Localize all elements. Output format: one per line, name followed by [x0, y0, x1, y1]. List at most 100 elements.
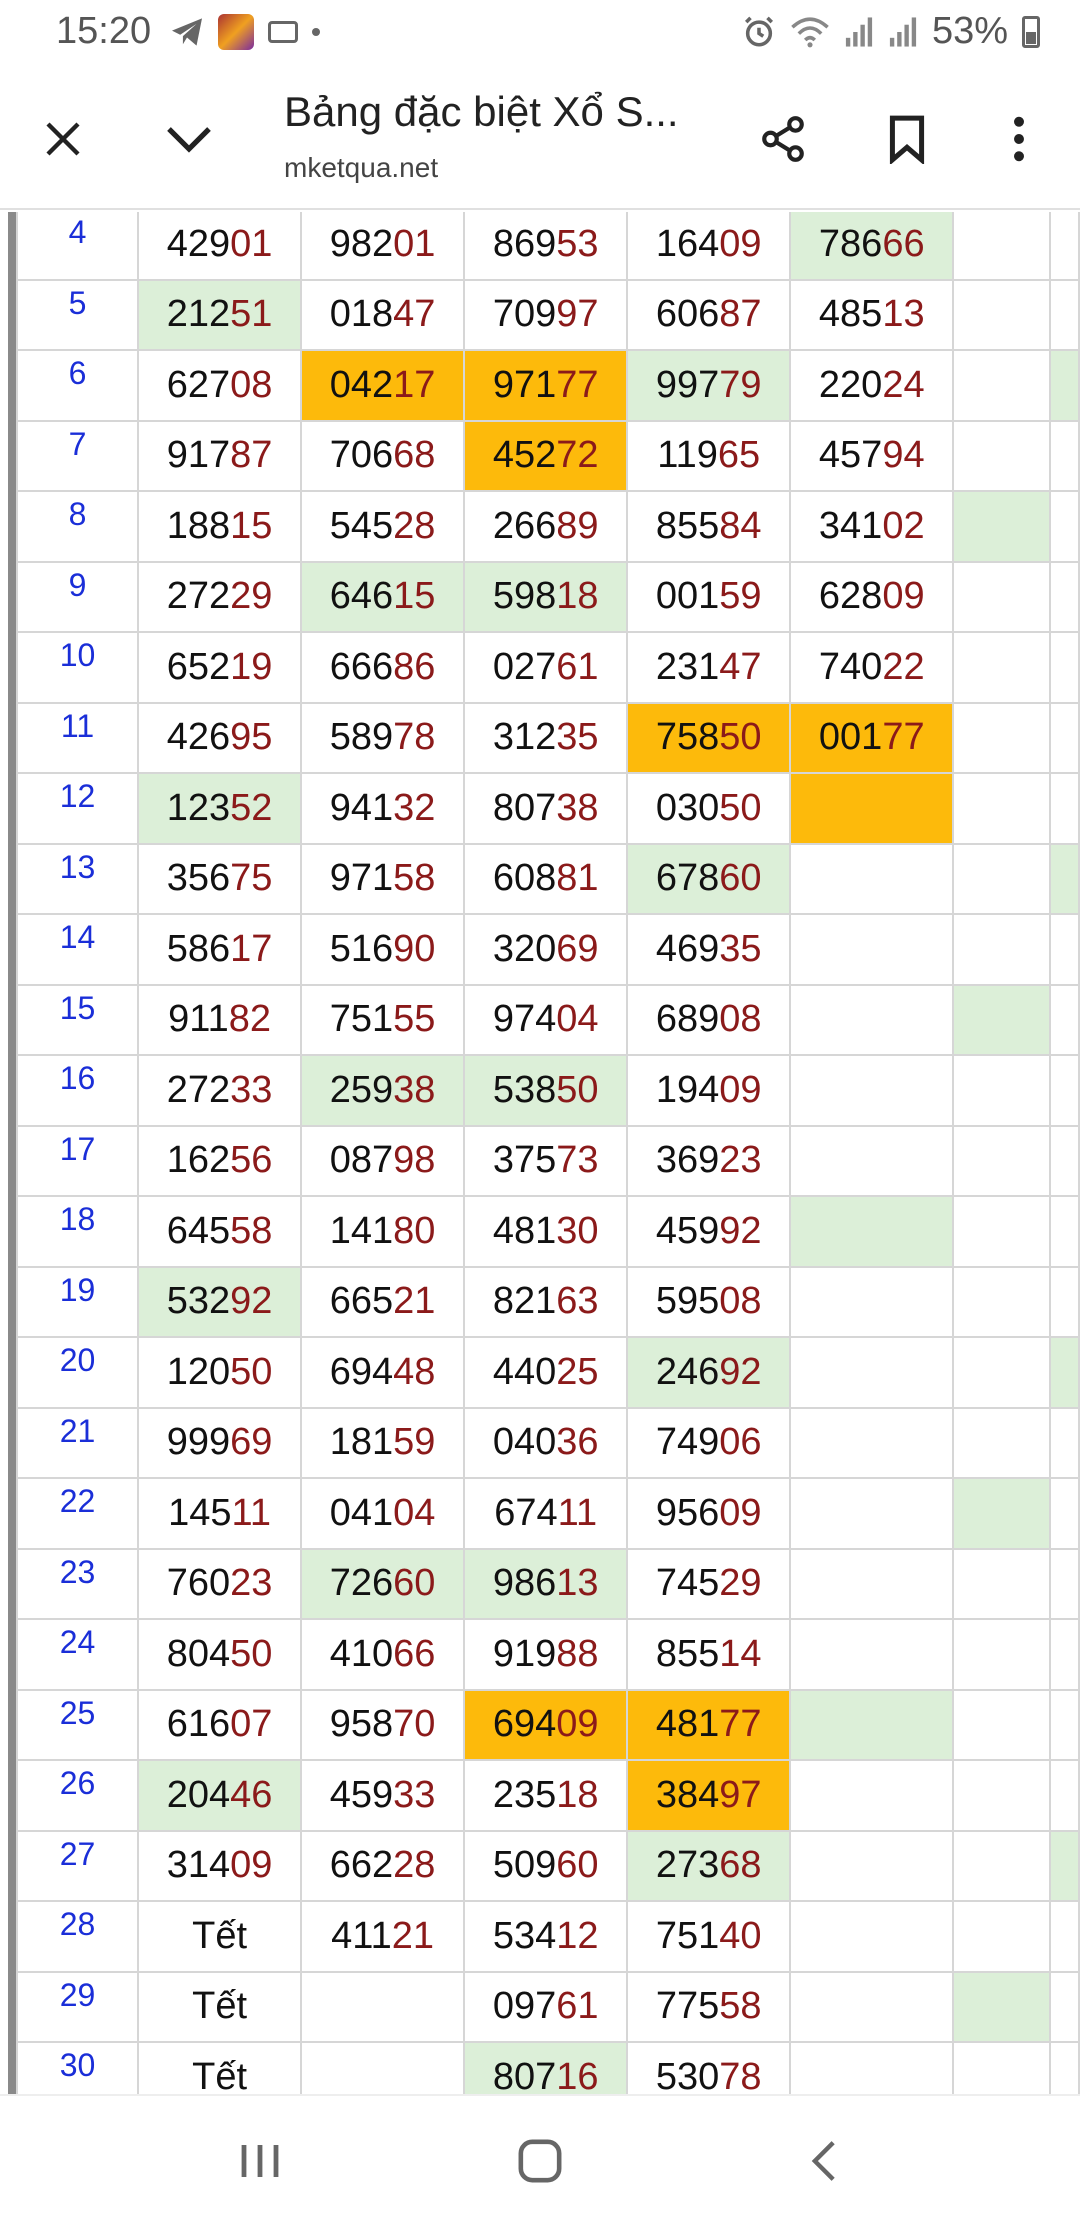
result-cell: 62809 — [789, 560, 955, 633]
extra-cell — [952, 560, 1051, 633]
day-number: 30 — [15, 2041, 140, 2094]
home-icon — [518, 2139, 562, 2183]
result-head-digits: 958 — [329, 1703, 394, 1746]
table-row: 20 12050 69448 44025 24692 — [15, 1336, 1080, 1409]
result-cell: 98613 — [463, 1547, 629, 1620]
result-last-digits: 73 — [556, 1139, 599, 1182]
result-last-digits: 79 — [719, 363, 762, 406]
extra-cell — [1048, 278, 1080, 351]
result-cell: 27368 — [626, 1829, 792, 1902]
results-table-container[interactable]: 4 42901 98201 86953 16409 78666 5 21251 01847 709… — [0, 212, 1080, 2094]
result-cell: 70668 — [300, 419, 466, 492]
result-head-digits: 181 — [329, 1421, 394, 1464]
recent-apps-button[interactable] — [230, 2136, 290, 2186]
home-button[interactable] — [510, 2136, 570, 2186]
result-last-digits: 35 — [719, 927, 762, 970]
result-head-digits: 320 — [492, 927, 557, 970]
day-number: 15 — [15, 983, 140, 1056]
result-cell — [789, 1547, 955, 1620]
result-cell: 95609 — [626, 1477, 792, 1550]
day-number: 26 — [15, 1759, 140, 1832]
result-cell: 42695 — [137, 701, 303, 774]
result-last-digits: 92 — [719, 1350, 762, 1393]
close-button[interactable] — [28, 104, 98, 174]
result-last-digits: 29 — [230, 575, 273, 618]
collapse-button[interactable] — [154, 104, 224, 174]
result-head-digits: 188 — [166, 504, 231, 547]
table-row: 21 99969 18159 04036 74906 — [15, 1406, 1080, 1479]
result-cell — [789, 1336, 955, 1409]
day-number: 4 — [15, 212, 140, 281]
result-last-digits: 13 — [882, 293, 925, 336]
result-last-digits: 68 — [393, 434, 436, 477]
extra-cell — [952, 1688, 1051, 1761]
result-cell: 82163 — [463, 1265, 629, 1338]
result-last-digits: 68 — [719, 1844, 762, 1887]
result-last-digits: 02 — [882, 504, 925, 547]
result-cell: 21251 — [137, 278, 303, 351]
result-cell: 91182 — [137, 983, 303, 1056]
result-cell — [789, 913, 955, 986]
result-last-digits: 59 — [393, 1421, 436, 1464]
result-last-digits: 90 — [393, 927, 436, 970]
result-cell: 45272 — [463, 419, 629, 492]
result-cell: 09761 — [463, 1970, 629, 2043]
table-row: 26 20446 45933 23518 38497 — [15, 1759, 1080, 1832]
result-head-digits: 986 — [492, 1562, 557, 1605]
page-url[interactable]: mketqua.net — [284, 152, 438, 184]
result-last-digits: 97 — [719, 1773, 762, 1816]
result-last-digits: 08 — [719, 1280, 762, 1323]
result-head-digits: 001 — [818, 716, 883, 759]
bookmark-button[interactable] — [872, 104, 942, 174]
result-last-digits: 35 — [556, 716, 599, 759]
result-head-digits: 821 — [492, 1280, 557, 1323]
result-last-digits: 09 — [230, 1844, 273, 1887]
more-options-button[interactable] — [984, 104, 1054, 174]
result-cell — [789, 1054, 955, 1127]
result-last-digits: 21 — [393, 1280, 436, 1323]
result-head-digits: 971 — [329, 857, 394, 900]
result-cell: 31409 — [137, 1829, 303, 1902]
day-number: 8 — [15, 490, 140, 563]
result-head-digits: 534 — [492, 1914, 557, 1957]
result-cell: 27233 — [137, 1054, 303, 1127]
result-head-digits: 087 — [329, 1139, 394, 1182]
extra-cell — [1048, 1336, 1080, 1409]
result-last-digits: 60 — [393, 1562, 436, 1605]
result-cell: 23147 — [626, 631, 792, 704]
result-last-digits: 21 — [391, 1914, 435, 1957]
extra-cell — [952, 1477, 1051, 1550]
result-head-digits: 120 — [166, 1350, 231, 1393]
day-number: 13 — [15, 842, 140, 915]
result-cell: Tết — [137, 2041, 303, 2094]
result-head-digits: 804 — [166, 1632, 231, 1675]
result-cell: 04217 — [300, 349, 466, 422]
result-cell: 48177 — [626, 1688, 792, 1761]
result-last-digits: 92 — [230, 1280, 273, 1323]
extra-cell — [1048, 983, 1080, 1056]
result-head-digits: 042 — [329, 363, 394, 406]
result-cell — [789, 1406, 955, 1479]
result-head-digits: 041 — [329, 1491, 394, 1534]
result-last-digits: 04 — [556, 998, 599, 1041]
result-last-digits: 59 — [719, 575, 762, 618]
share-button[interactable] — [748, 104, 818, 174]
result-cell: 24692 — [626, 1336, 792, 1409]
result-head-digits: 751 — [329, 998, 394, 1041]
day-number: 23 — [15, 1547, 140, 1620]
result-cell: 03050 — [626, 772, 792, 845]
result-head-digits: 040 — [492, 1421, 557, 1464]
result-head-digits: 459 — [655, 1209, 720, 1252]
result-head-digits: 974 — [492, 998, 557, 1041]
result-cell: 97177 — [463, 349, 629, 422]
back-button[interactable] — [794, 2136, 854, 2186]
extra-cell — [952, 842, 1051, 915]
result-head-digits: 314 — [166, 1844, 231, 1887]
result-cell: 27229 — [137, 560, 303, 633]
result-last-digits: 08 — [230, 363, 273, 406]
result-cell: 19409 — [626, 1054, 792, 1127]
result-cell: 59818 — [463, 560, 629, 633]
result-last-digits: 09 — [719, 1068, 762, 1111]
result-head-digits: 855 — [655, 504, 720, 547]
page-title[interactable]: Bảng đặc biệt Xổ S... — [284, 88, 724, 136]
